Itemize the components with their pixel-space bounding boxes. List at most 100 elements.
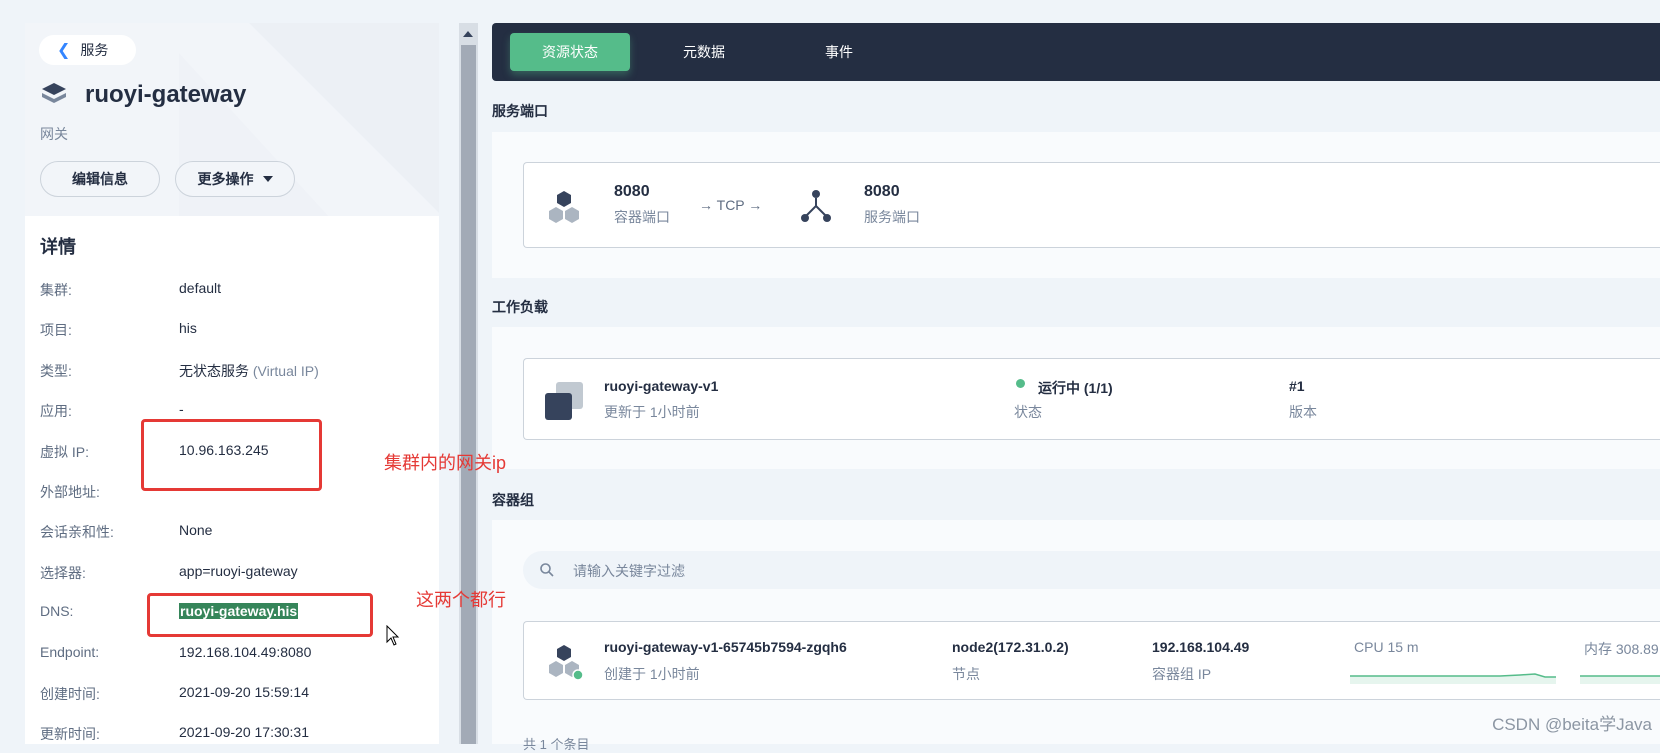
detail-row: 项目: his (40, 320, 430, 342)
detail-value: his (179, 320, 197, 336)
detail-key: 虚拟 IP: (40, 444, 90, 460)
pod-icon (549, 645, 584, 681)
detail-value-text: 2021-09-20 15:59:14 (179, 684, 309, 700)
more-actions-button[interactable]: 更多操作 (175, 161, 295, 197)
dns-annotation-box (147, 593, 373, 637)
pod-node: node2(172.31.0.2) (952, 639, 1069, 655)
detail-key: 外部地址: (40, 484, 100, 500)
detail-key: 应用: (40, 403, 72, 419)
detail-value-extra: (Virtual IP) (252, 363, 319, 379)
caret-down-icon (262, 176, 273, 182)
pod-cpu-label: CPU 15 m (1354, 639, 1419, 655)
detail-value: 2021-09-20 17:30:31 (179, 724, 309, 740)
detail-key: DNS: (40, 603, 74, 619)
workload-icon (545, 382, 583, 420)
pod-node-label: 节点 (952, 666, 980, 682)
pod-card[interactable]: ruoyi-gateway-v1-65745b7594-zgqh6 创建于 1小… (523, 621, 1660, 700)
detail-value: app=ruoyi-gateway (179, 563, 298, 579)
detail-value-text: 2021-09-20 17:30:31 (179, 724, 309, 740)
service-port-label: 服务端口 (864, 209, 920, 225)
memory-sparkline (1580, 675, 1660, 684)
detail-value: 192.168.104.49:8080 (179, 644, 311, 660)
ports-section-title: 服务端口 (492, 103, 548, 119)
detail-value-text: 无状态服务 (179, 363, 249, 379)
scroll-up-icon[interactable] (463, 31, 473, 37)
workload-status: 运行中 (1/1) (1038, 380, 1113, 396)
service-icon (42, 83, 66, 103)
detail-value: default (179, 280, 221, 296)
tab-metadata[interactable]: 元数据 (644, 33, 764, 71)
detail-key: 类型: (40, 363, 72, 379)
detail-value: 无状态服务 (Virtual IP) (179, 361, 319, 381)
search-icon (540, 563, 554, 577)
detail-value-text: - (179, 401, 184, 417)
detail-row: Endpoint: 192.168.104.49:8080 (40, 644, 430, 666)
protocol-label: → TCP → (699, 197, 763, 213)
detail-value-text: his (179, 320, 197, 336)
details-title: 详情 (40, 237, 76, 257)
service-port-icon (801, 190, 831, 222)
service-port-value: 8080 (864, 183, 900, 200)
virtual-ip-annotation-box (141, 419, 322, 491)
chevron-left-icon: ❮ (57, 42, 71, 59)
service-name: ruoyi-gateway (85, 81, 247, 108)
workload-updated: 更新于 1小时前 (604, 404, 700, 420)
back-to-services-button[interactable]: ❮ 服务 (39, 35, 136, 65)
search-placeholder: 请输入关键字过滤 (573, 563, 685, 579)
more-actions-label: 更多操作 (197, 171, 254, 187)
detail-key: 创建时间: (40, 686, 100, 702)
detail-row: 更新时间: 2021-09-20 17:30:31 (40, 724, 430, 744)
status-running-icon (1016, 379, 1025, 388)
service-alias: 网关 (40, 126, 68, 142)
detail-key: Endpoint: (40, 644, 100, 660)
detail-row: 创建时间: 2021-09-20 15:59:14 (40, 684, 430, 706)
port-card: 8080 容器端口 → TCP → 8080 服务端口 (523, 162, 1660, 248)
detail-value: None (179, 522, 212, 538)
detail-value-text: default (179, 280, 222, 296)
tab-resource-status[interactable]: 资源状态 (510, 33, 630, 71)
pod-search-input[interactable]: 请输入关键字过滤 (523, 551, 1660, 589)
detail-key: 会话亲和性: (40, 524, 114, 540)
workload-status-label: 状态 (1014, 404, 1042, 420)
edit-info-label: 编辑信息 (72, 171, 128, 187)
detail-value-text: None (179, 522, 213, 538)
scrollbar[interactable] (459, 23, 478, 744)
detail-key: 集群: (40, 282, 72, 298)
virtual-ip-annotation: 集群内的网关ip (384, 453, 507, 473)
cpu-sparkline (1350, 673, 1556, 684)
container-port-label: 容器端口 (614, 209, 670, 225)
service-header: ❮ 服务 ruoyi-gateway 网关 编辑信息 更多操作 (25, 23, 439, 216)
watermark: CSDN @beita学Java (1492, 715, 1652, 734)
pod-memory-label: 内存 308.89 (1584, 641, 1659, 657)
workload-card[interactable]: ruoyi-gateway-v1 更新于 1小时前 运行中 (1/1) 状态 #… (523, 358, 1660, 440)
pod-created: 创建于 1小时前 (604, 666, 700, 682)
workload-name[interactable]: ruoyi-gateway-v1 (604, 378, 718, 394)
detail-tabs-bar: 资源状态 元数据 事件 (492, 23, 1660, 81)
detail-row: 类型: 无状态服务 (Virtual IP) (40, 361, 430, 383)
edit-info-button[interactable]: 编辑信息 (40, 161, 160, 197)
tab-events[interactable]: 事件 (779, 33, 899, 71)
detail-key: 选择器: (40, 565, 86, 581)
detail-key: 项目: (40, 322, 72, 338)
scrollbar-thumb[interactable] (461, 45, 476, 744)
pod-ip-label: 容器组 IP (1152, 666, 1212, 682)
detail-key: 更新时间: (40, 726, 100, 742)
detail-value-text: app=ruoyi-gateway (179, 563, 298, 579)
container-port-icon (549, 191, 579, 223)
detail-value: - (179, 401, 184, 417)
detail-value-text: 192.168.104.49:8080 (179, 644, 312, 660)
workload-version: #1 (1289, 378, 1305, 394)
detail-row: 会话亲和性: None (40, 522, 430, 544)
detail-value: 2021-09-20 15:59:14 (179, 684, 309, 700)
detail-row: 选择器: app=ruoyi-gateway (40, 563, 430, 585)
back-label: 服务 (80, 42, 109, 58)
pod-ip: 192.168.104.49 (1152, 639, 1250, 655)
workload-section-title: 工作负载 (492, 299, 548, 315)
workload-version-label: 版本 (1289, 404, 1317, 420)
dns-annotation: 这两个都行 (416, 590, 506, 610)
pods-section-title: 容器组 (492, 492, 534, 508)
mouse-cursor-icon (386, 625, 400, 646)
detail-row: 集群: default (40, 280, 430, 302)
container-port-value: 8080 (614, 183, 650, 200)
pod-name[interactable]: ruoyi-gateway-v1-65745b7594-zgqh6 (604, 639, 847, 655)
